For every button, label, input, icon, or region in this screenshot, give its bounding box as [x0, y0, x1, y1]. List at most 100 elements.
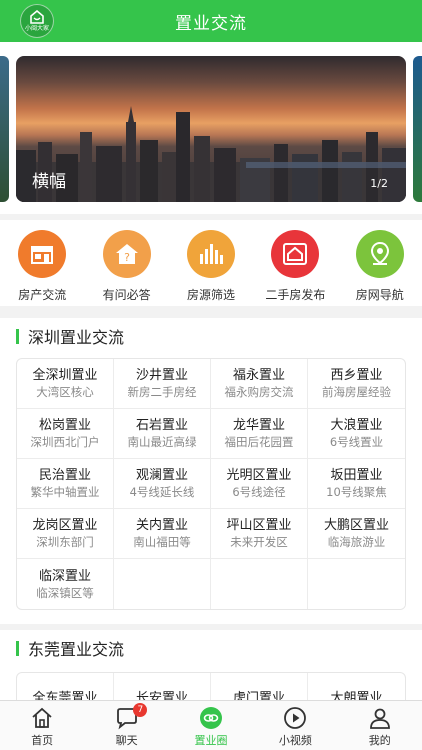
tab-home[interactable]: 首页: [0, 701, 84, 750]
quick-link-navigation[interactable]: 房网导航: [338, 220, 422, 306]
logo-text: 小闽大家: [24, 24, 49, 32]
shenzhen-grid: 全深圳置业 大湾区核心 沙井置业 新房二手房经 福永置业 福永购房交流 西乡置业 前海房屋经验…: [16, 358, 406, 610]
area-group-desc: 深圳东部门: [36, 535, 94, 549]
area-group-desc: 6号线置业: [329, 435, 384, 449]
quick-link-publish[interactable]: 二手房发布: [253, 220, 337, 306]
app-header: 小闽大家 置业交流: [0, 0, 422, 42]
tab-label: 首页: [31, 734, 54, 747]
area-group-name: 坪山区置业: [226, 518, 292, 533]
area-group-item[interactable]: 松岗置业深圳西北门户: [17, 409, 114, 458]
banner-next-peek[interactable]: [413, 56, 422, 202]
tab-profile[interactable]: 我的: [338, 701, 422, 750]
area-group-desc: 临海旅游业: [327, 535, 386, 549]
area-group-desc: 福永购房交流: [224, 385, 294, 399]
quick-link-label: 二手房发布: [265, 288, 326, 302]
grid-row: 龙岗区置业 深圳东部门 关内置业 南山福田等 坪山区置业 未来开发区 大鹏区置业 临海旅游业: [17, 509, 405, 559]
quick-link-filter[interactable]: 房源筛选: [169, 220, 253, 306]
area-group-desc: 未来开发区: [230, 535, 288, 549]
banner-slide[interactable]: 横幅 1/2: [16, 56, 406, 202]
banner-prev-peek[interactable]: [0, 56, 9, 202]
grid-row: 民治置业繁华中轴置业 观澜置业 4号线延长线 光明区置业 6号线途径 坂田置业 10号线聚焦: [17, 459, 405, 509]
area-group-item[interactable]: 全东莞置业: [17, 673, 114, 700]
banner-caption: 横幅: [32, 172, 66, 192]
area-group-item[interactable]: 关内置业 南山福田等: [114, 509, 211, 558]
area-group-name: 全东莞置业: [32, 690, 98, 701]
quick-link-label: 房网导航: [355, 288, 404, 302]
area-group-desc: 繁华中轴置业: [30, 485, 100, 499]
area-group-name: 龙岗区置业: [32, 518, 98, 533]
area-group-item[interactable]: 龙岗区置业深圳东部门: [17, 509, 114, 558]
quick-link-property-exchange[interactable]: 房产交流: [0, 220, 84, 306]
area-group-item[interactable]: 石岩置业南山最近高绿: [114, 409, 211, 458]
quick-link-label: 房源筛选: [186, 288, 235, 302]
area-group-item[interactable]: 福永置业福永购房交流: [211, 359, 308, 408]
area-group-desc: 6号线途径: [232, 485, 286, 499]
area-group-item[interactable]: 临深置业 临深镇区等: [17, 559, 114, 609]
banner-carousel[interactable]: 横幅 1/2: [0, 42, 422, 214]
area-group-name: 松岗置业: [38, 418, 91, 433]
area-group-item[interactable]: 龙华置业福田后花园置: [211, 409, 308, 458]
area-group-name: 石岩置业: [135, 418, 188, 433]
area-group-item[interactable]: 坂田置业 10号线聚焦: [308, 459, 405, 508]
dongguan-grid: 全东莞置业 长安置业 虎门置业 大朗置业: [16, 672, 406, 700]
area-group-desc: 临深镇区等: [36, 585, 94, 600]
area-group-name: 西乡置业: [330, 368, 383, 383]
area-group-item[interactable]: 虎门置业: [211, 673, 308, 700]
area-group-item[interactable]: 长安置业: [114, 673, 211, 700]
area-group-name: 光明区置业: [226, 468, 292, 483]
tab-label: 聊天: [115, 734, 138, 747]
circle-link-icon: [199, 707, 222, 729]
play-icon: [284, 707, 307, 729]
banner-pager: 1/2: [370, 177, 388, 190]
app-logo[interactable]: 小闽大家: [20, 4, 54, 38]
tab-property-circle[interactable]: 置业圈: [169, 701, 253, 750]
area-group-item[interactable]: 观澜置业 4号线延长线: [114, 459, 211, 508]
area-group-name: 观澜置业: [135, 468, 188, 483]
area-group-item[interactable]: 民治置业繁华中轴置业: [17, 459, 114, 508]
grid-row: 临深置业 临深镇区等: [17, 559, 405, 609]
tab-label: 小视频: [278, 734, 312, 747]
unread-badge: 7: [133, 703, 148, 717]
area-group-name: 福永置业: [232, 368, 285, 383]
person-icon: [369, 708, 390, 729]
section-dongguan: 东莞置业交流 全东莞置业 长安置业 虎门置业 大朗置业: [0, 630, 422, 700]
tab-chat[interactable]: 7 聊天: [84, 701, 168, 750]
area-group-desc: 福田后花园置: [224, 435, 294, 449]
house-logo-icon: [30, 9, 44, 24]
area-group-name: 关内置业: [135, 518, 188, 533]
area-group-name: 民治置业: [38, 468, 91, 483]
quick-links: 房产交流 ? 有问必答 房源筛选 二手房发布 房网导航: [0, 220, 422, 306]
area-group-item[interactable]: 全深圳置业 大湾区核心: [17, 359, 114, 408]
bottom-tab-bar: 首页 7 聊天 置业圈 小视频 我的: [0, 700, 422, 750]
area-group-desc: 深圳西北门户: [30, 435, 100, 449]
quick-link-label: 有问必答: [102, 288, 151, 302]
area-group-name: 沙井置业: [135, 368, 188, 383]
area-group-item[interactable]: 坪山区置业未来开发区: [211, 509, 308, 558]
tab-short-video[interactable]: 小视频: [253, 701, 337, 750]
grid-row: 全深圳置业 大湾区核心 沙井置业 新房二手房经 福永置业 福永购房交流 西乡置业 前海房屋经验: [17, 359, 405, 409]
area-group-item[interactable]: 大朗置业: [308, 673, 405, 701]
page-title: 置业交流: [175, 13, 247, 34]
area-group-desc: 南山最近高绿: [127, 435, 197, 449]
area-group-name: 大鹏区置业: [323, 518, 389, 533]
area-group-name: 大浪置业: [330, 418, 383, 433]
area-group-item[interactable]: 西乡置业前海房屋经验: [308, 359, 405, 408]
area-group-desc: 前海房屋经验: [322, 385, 391, 399]
area-group-item[interactable]: 沙井置业新房二手房经: [114, 359, 211, 408]
city-skyline-image: [16, 106, 406, 202]
quick-link-label: 房产交流: [18, 288, 67, 302]
home-icon: [32, 707, 52, 728]
location-pin-icon: [355, 230, 404, 278]
area-group-name: 龙华置业: [232, 418, 285, 433]
area-group-item[interactable]: 大鹏区置业临海旅游业: [308, 509, 405, 558]
tab-label: 置业圈: [194, 734, 228, 747]
quick-link-qa[interactable]: ? 有问必答: [84, 220, 168, 306]
area-group-desc: 4号线延长线: [129, 485, 195, 499]
area-group-item[interactable]: 大浪置业 6号线置业: [308, 409, 405, 458]
area-group-item[interactable]: 光明区置业 6号线途径: [211, 459, 308, 508]
section-title: 深圳置业交流: [0, 318, 422, 354]
area-group-desc: 新房二手房经: [127, 385, 197, 399]
area-group-name: 全深圳置业: [32, 368, 98, 383]
area-group-name: 坂田置业: [330, 468, 383, 483]
area-group-desc: 南山福田等: [133, 535, 191, 549]
